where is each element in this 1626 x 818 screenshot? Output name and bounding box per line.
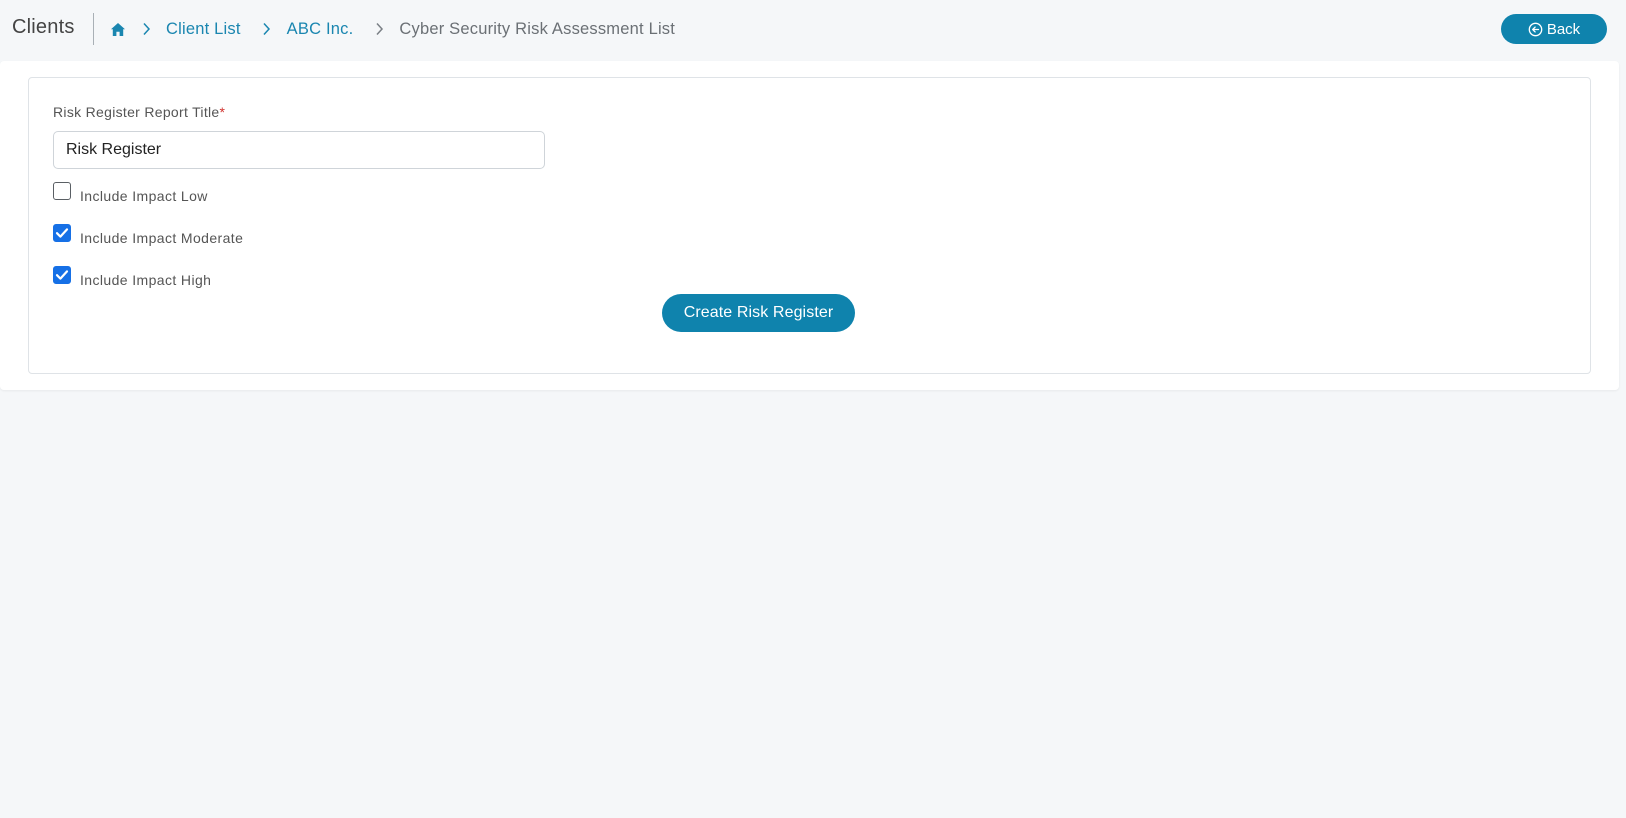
home-icon[interactable] [110,21,126,37]
checkbox-impact-moderate-label: Include Impact Moderate [80,230,244,246]
chevron-right-icon [261,22,273,36]
checkbox-impact-high[interactable]: Include Impact High [53,266,211,288]
page-header: Clients Client List ABC Inc. Cyber Secur… [0,0,1626,58]
report-title-label: Risk Register Report Title* [53,104,225,120]
back-button[interactable]: Back [1501,14,1607,44]
checkbox-impact-low-label: Include Impact Low [80,188,208,204]
breadcrumb: Client List ABC Inc. Cyber Security Risk… [110,18,675,40]
create-risk-register-button[interactable]: Create Risk Register [662,294,855,332]
breadcrumb-abc-inc[interactable]: ABC Inc. [287,20,354,39]
page-title: Clients [12,16,75,38]
checkbox-checked-icon[interactable] [53,266,71,284]
checkbox-impact-high-label: Include Impact High [80,272,212,288]
breadcrumb-current: Cyber Security Risk Assessment List [399,19,676,38]
chevron-right-icon [373,22,385,36]
breadcrumb-client-list[interactable]: Client List [166,20,241,39]
checkbox-unchecked-icon[interactable] [53,182,71,200]
title-divider [93,13,94,45]
checkbox-checked-icon[interactable] [53,224,71,242]
arrow-left-circle-icon [1528,22,1543,37]
report-title-input[interactable] [53,131,545,169]
checkbox-impact-low[interactable]: Include Impact Low [53,182,208,204]
report-title-label-text: Risk Register Report Title [53,104,220,120]
chevron-right-icon [140,22,152,36]
content-card: Risk Register Report Title* Include Impa… [0,61,1619,390]
required-marker: * [219,104,226,120]
checkbox-impact-moderate[interactable]: Include Impact Moderate [53,224,243,246]
back-button-label: Back [1546,20,1581,38]
